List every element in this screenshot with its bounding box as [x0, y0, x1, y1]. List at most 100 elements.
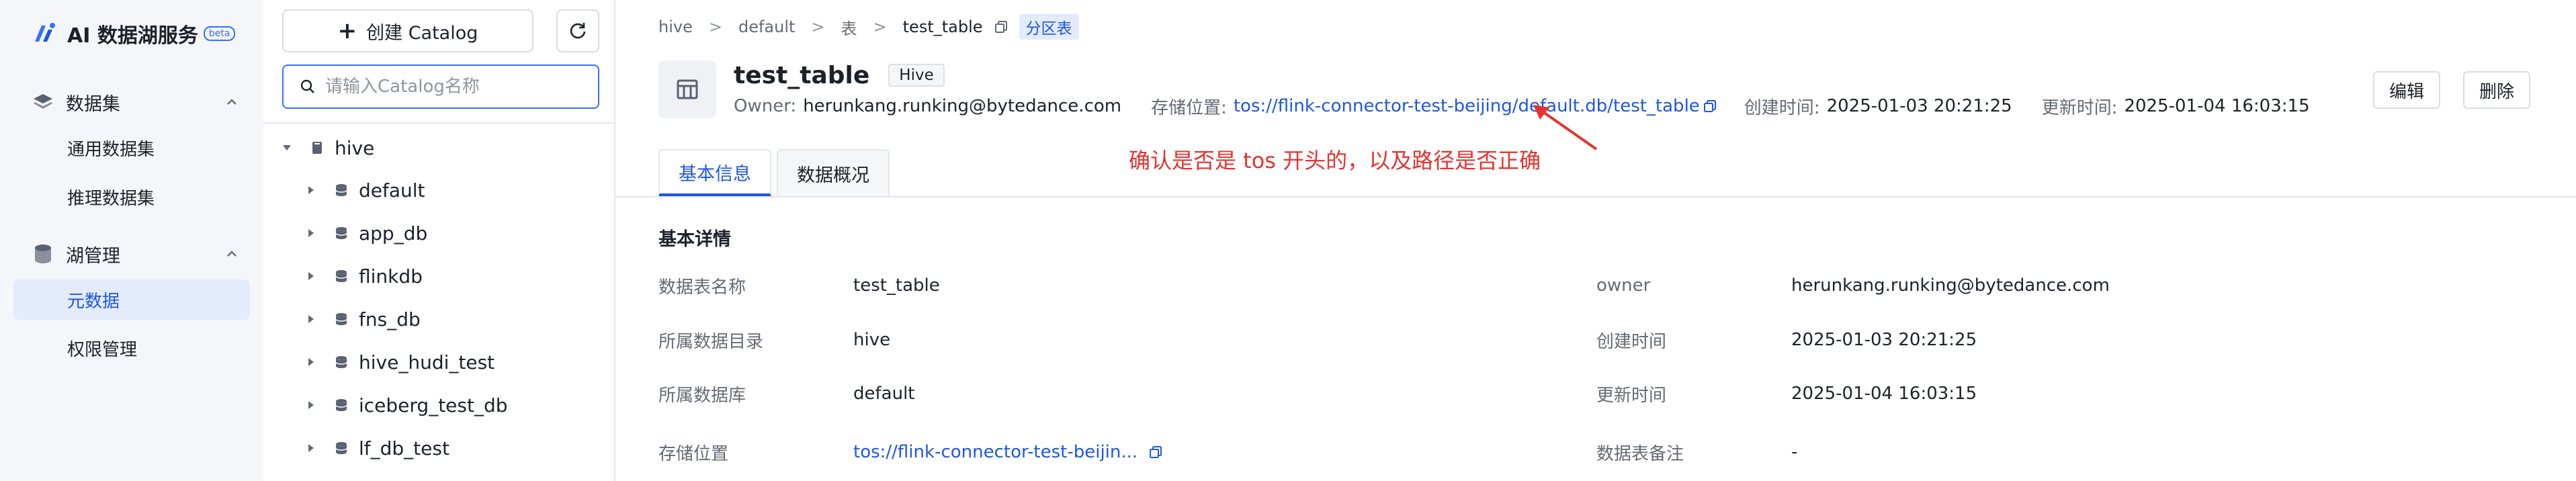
tree-node-hive[interactable]: hive: [281, 129, 374, 167]
side-navigation: AI 数据湖服务 beta 数据集 通用数据集 推理数据集 湖管理 元数据 权限…: [0, 0, 263, 481]
nav-item-inference-datasets[interactable]: 推理数据集: [13, 177, 250, 217]
detail-row: owner herunkang.runking@bytedance.com: [1596, 272, 2110, 299]
breadcrumb: hive > default > 表 > test_table 分区表: [658, 13, 1079, 40]
catalog-search-input[interactable]: [325, 77, 594, 97]
caret-right-icon[interactable]: [305, 227, 317, 239]
copy-icon[interactable]: [1703, 99, 1717, 114]
refresh-icon: [570, 23, 586, 39]
delete-button[interactable]: 删除: [2463, 71, 2531, 109]
detail-key: 数据表备注: [1596, 443, 1684, 464]
detail-row: 创建时间 2025-01-03 20:21:25: [1596, 326, 1977, 353]
database-icon: [335, 442, 347, 454]
breadcrumb-item[interactable]: 表: [841, 15, 857, 39]
copy-icon[interactable]: [994, 19, 1008, 34]
tree-node-label: lf_db_test: [359, 437, 449, 460]
book-icon: [312, 142, 322, 154]
tree-node-label: app_db: [359, 222, 428, 245]
caret-right-icon[interactable]: [305, 270, 317, 282]
catalog-search[interactable]: [282, 64, 599, 109]
tree-node-label: iceberg_test_db: [359, 394, 508, 417]
nav-group-label: 湖管理: [66, 245, 120, 267]
nav-item-permissions[interactable]: 权限管理: [13, 328, 250, 368]
layers-icon: [34, 94, 52, 109]
breadcrumb-separator: >: [811, 17, 825, 36]
database-icon: [335, 227, 347, 239]
table-type-badge: Hive: [888, 64, 945, 87]
divider: [263, 122, 615, 124]
tree-node-database[interactable]: hive_hudi_test: [305, 343, 495, 381]
database-icon: [335, 313, 347, 325]
detail-value: -: [1791, 442, 1798, 462]
detail-row: 所属数据库 default: [658, 380, 914, 407]
caret-right-icon[interactable]: [305, 442, 317, 454]
detail-row: 更新时间 2025-01-04 16:03:15: [1596, 380, 1977, 407]
database-icon: [335, 356, 347, 368]
search-icon: [300, 79, 314, 93]
detail-value: default: [853, 384, 915, 404]
nav-group-label: 数据集: [66, 93, 120, 115]
detail-row: 所属数据目录 hive: [658, 326, 890, 353]
tree-node-database[interactable]: fns_db: [305, 300, 421, 338]
brand-logo-icon: [35, 23, 55, 42]
breadcrumb-item[interactable]: default: [738, 17, 795, 36]
tree-node-label: fns_db: [359, 308, 421, 331]
refresh-button[interactable]: [556, 9, 599, 52]
create-catalog-label: 创建 Catalog: [366, 22, 478, 44]
section-title: 基本详情: [658, 229, 731, 250]
database-icon: [35, 245, 51, 263]
table-name: test_table: [734, 61, 870, 89]
tab-data-overview[interactable]: 数据概况: [777, 149, 890, 196]
nav-group-datasets[interactable]: 数据集: [31, 87, 239, 117]
caret-right-icon[interactable]: [305, 356, 317, 368]
owner-label: Owner:: [734, 96, 797, 116]
copy-icon[interactable]: [1148, 445, 1163, 460]
detail-value: 2025-01-03 20:21:25: [1791, 330, 1977, 350]
nav-group-lake-management[interactable]: 湖管理: [31, 239, 239, 269]
detail-key: 存储位置: [658, 443, 729, 464]
brand[interactable]: AI 数据湖服务 beta: [31, 19, 236, 48]
tree-node-database[interactable]: app_db: [305, 214, 427, 252]
location-link[interactable]: tos://flink-connector-test-beijing/defau…: [1234, 96, 1700, 116]
caret-right-icon[interactable]: [305, 184, 317, 196]
nav-item-metadata[interactable]: 元数据: [13, 279, 250, 320]
created-label: 创建时间:: [1744, 97, 1820, 118]
breadcrumb-item[interactable]: hive: [658, 17, 693, 36]
breadcrumb-current: test_table: [902, 17, 983, 36]
chevron-up-icon[interactable]: [224, 95, 239, 110]
owner-value: herunkang.runking@bytedance.com: [803, 96, 1122, 116]
database-icon: [335, 399, 347, 411]
breadcrumb-separator: >: [873, 17, 887, 36]
tree-node-database[interactable]: flinkdb: [305, 257, 423, 295]
edit-button[interactable]: 编辑: [2373, 71, 2441, 109]
tree-node-label: flinkdb: [359, 265, 423, 288]
created-value: 2025-01-03 20:21:25: [1826, 96, 2012, 116]
detail-key: 创建时间: [1596, 331, 1667, 352]
nav-item-general-datasets[interactable]: 通用数据集: [13, 128, 250, 168]
tree-node-label: hive_hudi_test: [359, 351, 495, 374]
tabs-divider: [615, 196, 2576, 198]
plus-icon: +: [337, 17, 357, 44]
location-label: 存储位置:: [1151, 97, 1227, 118]
detail-value: 2025-01-04 16:03:15: [1791, 384, 1977, 404]
tree-node-database[interactable]: iceberg_test_db: [305, 386, 508, 424]
caret-down-icon[interactable]: [281, 142, 293, 154]
caret-right-icon[interactable]: [305, 313, 317, 325]
chevron-up-icon[interactable]: [224, 247, 239, 261]
tree-node-database[interactable]: default: [305, 171, 425, 209]
database-icon: [335, 270, 347, 282]
location-link[interactable]: tos://flink-connector-test-beijin...: [853, 442, 1137, 462]
tree-node-label: hive: [335, 136, 375, 159]
updated-label: 更新时间:: [2041, 97, 2118, 118]
breadcrumb-separator: >: [708, 17, 722, 36]
database-icon: [335, 184, 347, 196]
detail-value: test_table: [853, 275, 940, 296]
detail-value: herunkang.runking@bytedance.com: [1791, 275, 2110, 296]
create-catalog-button[interactable]: + 创建 Catalog: [282, 9, 533, 52]
beta-badge: beta: [203, 26, 236, 41]
detail-row: 数据表备注 -: [1596, 439, 1797, 466]
tab-basic-info[interactable]: 基本信息: [658, 149, 771, 196]
caret-right-icon[interactable]: [305, 399, 317, 411]
tree-node-database[interactable]: lf_db_test: [305, 429, 449, 467]
brand-title: AI 数据湖服务: [67, 24, 198, 48]
tree-node-label: default: [359, 179, 425, 202]
